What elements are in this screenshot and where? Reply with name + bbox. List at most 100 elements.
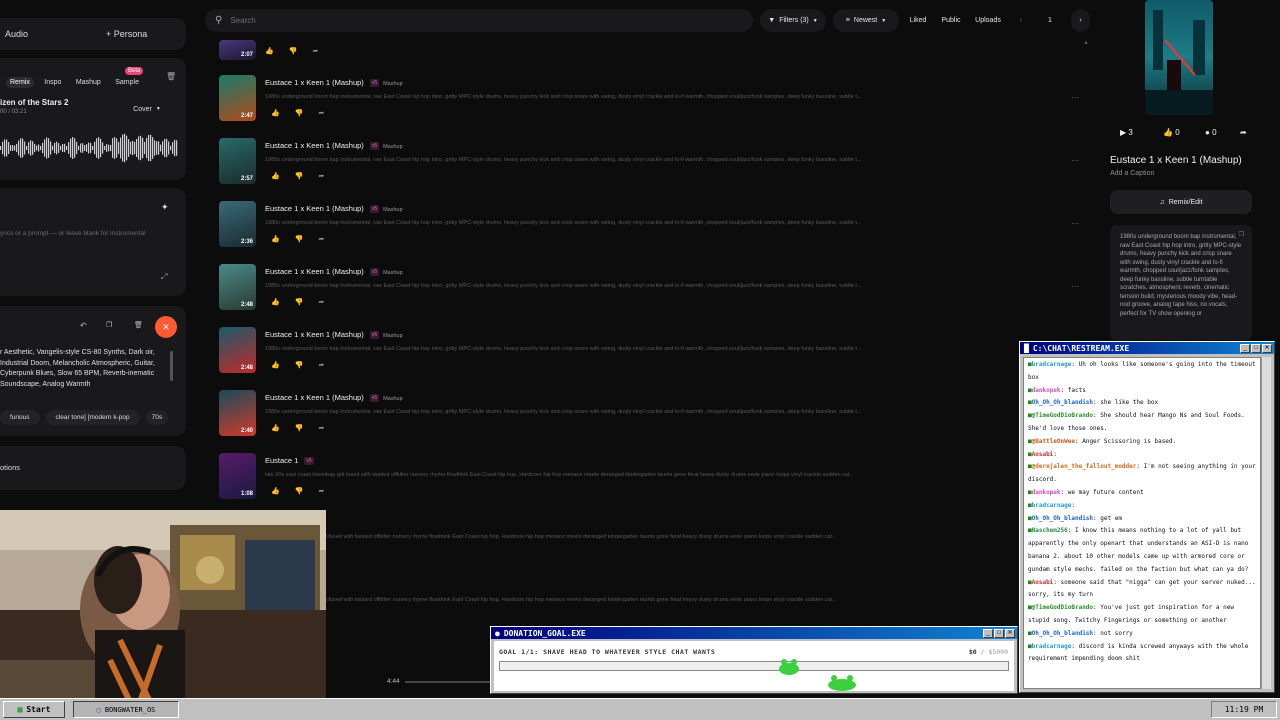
search-input[interactable]: ⚲ Search <box>205 9 753 32</box>
magic-wand-icon[interactable]: ✦ <box>161 202 169 213</box>
list-scroll-up[interactable]: ▲ <box>1083 40 1089 46</box>
share-icon[interactable]: ➦ <box>318 109 324 117</box>
song-title[interactable]: Eustace 1 x Keen 1 (Mashup) <box>265 330 364 339</box>
donation-goal-window[interactable]: ● DONATION_GOAL.EXE _ □ ✕ GOAL 1/1: SHAVE … <box>490 626 1018 694</box>
liked-filter[interactable]: Liked <box>903 9 933 32</box>
style-chip[interactable]: 70s <box>145 410 169 425</box>
song-row[interactable]: 2:48 Eustace 1 x Keen 1 (Mashup) v5 Mashup 1… <box>219 264 1079 327</box>
chat-scrollbar[interactable] <box>1261 357 1271 689</box>
song-title[interactable]: Eustace 1 x Keen 1 (Mashup) <box>265 267 364 276</box>
share-icon[interactable]: ➦ <box>312 47 318 55</box>
add-caption-link[interactable]: Add a Caption <box>1110 170 1154 177</box>
style-chip[interactable]: furious <box>0 410 40 425</box>
lyrics-input[interactable]: yrics or a prompt — or leave blank for i… <box>0 230 146 237</box>
song-title[interactable]: Eustace 1 x Keen 1 (Mashup) <box>265 78 364 87</box>
copy-icon[interactable]: ❐ <box>1239 231 1244 240</box>
expand-icon[interactable]: ⤢ <box>161 272 167 282</box>
close-button[interactable]: ✕ <box>1005 629 1015 638</box>
chat-username[interactable]: dankopek <box>1032 489 1061 496</box>
more-options-icon[interactable]: ⋯ <box>1071 156 1079 165</box>
chat-window[interactable]: █ C:\CHAT\RESTREAM.EXE _ □ ✕ ■bradcarnage:… <box>1019 341 1275 693</box>
uploads-filter[interactable]: Uploads <box>971 9 1005 32</box>
song-row[interactable]: 2:47 Eustace 1 x Keen 1 (Mashup) v5 Mashup 1… <box>219 75 1079 138</box>
play-count[interactable]: ▶ 3 <box>1120 128 1133 137</box>
thumbs-up-icon[interactable]: 👍 <box>265 47 274 55</box>
more-options-icon[interactable]: ⋯ <box>1071 282 1079 291</box>
maximize-button[interactable]: □ <box>994 629 1004 638</box>
chat-username[interactable]: dankopek <box>1032 387 1061 394</box>
start-button[interactable]: ▦ Start <box>3 701 65 718</box>
sort-button[interactable]: ≡ Newest ▼ <box>833 9 899 32</box>
chat-username[interactable]: Oh_Oh_Oh_blandish <box>1032 399 1093 406</box>
waveform[interactable] <box>0 126 180 170</box>
prev-page-button[interactable]: ‹ <box>1011 9 1031 32</box>
comment-count[interactable]: ● 0 <box>1205 128 1217 137</box>
share-icon[interactable]: ➦ <box>318 424 324 432</box>
thumbs-down-icon[interactable]: 👎 <box>295 424 304 432</box>
chat-username[interactable]: Naschem256 <box>1032 527 1068 534</box>
chat-username[interactable]: @TimeGodDioBrando <box>1032 604 1093 611</box>
options-label[interactable]: otions <box>0 463 20 472</box>
share-icon[interactable]: ➦ <box>1240 128 1247 137</box>
more-options-icon[interactable]: ⋯ <box>1071 93 1079 102</box>
thumbs-up-icon[interactable]: 👍 <box>271 172 280 180</box>
cover-select[interactable]: Cover ▼ <box>124 100 170 118</box>
tab-remix[interactable]: Remix <box>6 77 34 88</box>
song-thumbnail[interactable]: 2:07 <box>219 40 256 60</box>
chat-title-bar[interactable]: █ C:\CHAT\RESTREAM.EXE <box>1020 342 1274 354</box>
share-icon[interactable]: ➦ <box>318 172 324 180</box>
delete-icon[interactable]: 🗑 <box>134 321 143 329</box>
song-thumbnail[interactable]: 2:36 <box>219 201 256 247</box>
donation-title-bar[interactable]: ● DONATION_GOAL.EXE <box>491 627 1017 639</box>
chat-username[interactable]: Aosabi <box>1032 451 1054 458</box>
style-chip[interactable]: clear tone] [modern k-pop <box>45 410 140 425</box>
song-thumbnail[interactable]: 1:08 <box>219 453 256 499</box>
styles-input[interactable]: r Aesthetic, Vangelis-style CS-80 Synths… <box>0 348 165 390</box>
chat-username[interactable]: bradcarnage <box>1032 643 1072 650</box>
chat-username[interactable]: @BattleOnWee <box>1032 438 1075 445</box>
like-count[interactable]: 👍 0 <box>1163 128 1180 137</box>
more-options-icon[interactable]: ⋯ <box>1071 219 1079 228</box>
remix-edit-button[interactable]: ♫ Remix/Edit <box>1110 190 1252 214</box>
song-row[interactable]: 2:40 Eustace 1 x Keen 1 (Mashup) v5 Mashup 1… <box>219 390 1079 453</box>
chat-username[interactable]: Oh_Oh_Oh_blandish <box>1032 630 1093 637</box>
minimize-button[interactable]: _ <box>1240 344 1250 353</box>
chat-username[interactable]: Oh_Oh_Oh_blandish <box>1032 515 1093 522</box>
tab-inspo[interactable]: Inspo <box>40 77 65 88</box>
taskbar-app-button[interactable]: ▢ BONGWATER_OS <box>73 701 179 718</box>
thumbs-down-icon[interactable]: 👎 <box>295 298 304 306</box>
song-thumbnail[interactable]: 2:57 <box>219 138 256 184</box>
thumbs-up-icon[interactable]: 👍 <box>271 487 280 495</box>
styles-scrollbar[interactable] <box>170 351 173 381</box>
share-icon[interactable]: ➦ <box>318 235 324 243</box>
page-number[interactable]: 1 <box>1043 9 1057 32</box>
chat-username[interactable]: @TimeGodDioBrando <box>1032 412 1093 419</box>
undo-icon[interactable]: ↶ <box>80 321 87 330</box>
thumbs-up-icon[interactable]: 👍 <box>271 235 280 243</box>
tab-mashup[interactable]: Mashup <box>72 77 105 88</box>
song-thumbnail[interactable]: 2:40 <box>219 390 256 436</box>
persona-button[interactable]: + Persona <box>106 29 147 39</box>
song-row[interactable]: 2:57 Eustace 1 x Keen 1 (Mashup) v5 Mashup 1… <box>219 138 1079 201</box>
song-thumbnail[interactable]: 2:48 <box>219 264 256 310</box>
shuffle-styles-button[interactable]: ✕ <box>155 316 177 338</box>
close-button[interactable]: ✕ <box>1262 344 1272 353</box>
thumbs-up-icon[interactable]: 👍 <box>271 298 280 306</box>
thumbs-down-icon[interactable]: 👎 <box>289 47 298 55</box>
song-title[interactable]: Eustace 1 x Keen 1 (Mashup) <box>265 393 364 402</box>
cover-art[interactable] <box>1145 0 1213 115</box>
thumbs-up-icon[interactable]: 👍 <box>271 424 280 432</box>
song-thumbnail[interactable]: 2:48 <box>219 327 256 373</box>
thumbs-down-icon[interactable]: 👎 <box>295 172 304 180</box>
player-progress[interactable] <box>405 681 490 683</box>
share-icon[interactable]: ➦ <box>318 487 324 495</box>
copy-icon[interactable]: ❐ <box>106 321 112 329</box>
song-title[interactable]: Eustace 1 <box>265 456 298 465</box>
song-row[interactable]: 1:08 Eustace 1 v5 late 90s east coast boomb… <box>219 453 1079 516</box>
song-thumbnail[interactable]: 2:47 <box>219 75 256 121</box>
minimize-button[interactable]: _ <box>983 629 993 638</box>
audio-tab[interactable]: Audio <box>5 29 28 39</box>
tab-sample[interactable]: Sample <box>111 77 143 88</box>
share-icon[interactable]: ➦ <box>318 298 324 306</box>
chat-username[interactable]: bradcarnage <box>1032 361 1072 368</box>
